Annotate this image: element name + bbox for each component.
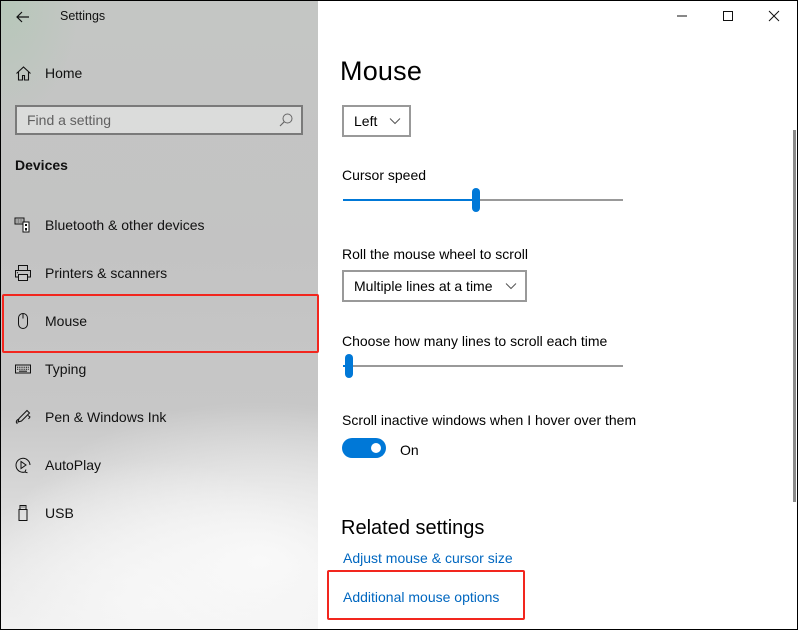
sidebar-item-bluetooth[interactable]: Bluetooth & other devices [1, 201, 318, 249]
sidebar-item-printers[interactable]: Printers & scanners [1, 249, 318, 297]
usb-icon [14, 504, 32, 522]
maximize-button[interactable] [705, 1, 751, 31]
scrollbar[interactable] [793, 130, 796, 502]
main-content: Mouse Left Cursor speed Roll the mouse w… [318, 1, 797, 629]
chevron-down-icon [505, 283, 516, 290]
back-button[interactable] [11, 5, 35, 29]
toggle-state-label: On [400, 442, 419, 458]
dropdown-value: Left [354, 113, 378, 129]
autoplay-icon [14, 456, 32, 474]
chevron-down-icon [390, 118, 401, 125]
wheel-scroll-label: Roll the mouse wheel to scroll [342, 246, 528, 262]
slider-fill [343, 199, 476, 201]
settings-window: Settings Home Devices [1, 1, 797, 629]
lines-to-scroll-slider[interactable] [343, 354, 623, 378]
minimize-button[interactable] [659, 1, 705, 31]
sidebar-item-label: Pen & Windows Ink [45, 409, 167, 425]
related-settings-heading: Related settings [341, 517, 485, 539]
wheel-scroll-dropdown[interactable]: Multiple lines at a time [342, 270, 527, 302]
primary-button-dropdown[interactable]: Left [342, 105, 412, 137]
sidebar-item-home[interactable]: Home [1, 49, 318, 97]
sidebar-item-mouse[interactable]: Mouse [1, 297, 318, 345]
close-button[interactable] [751, 1, 797, 31]
sidebar-item-autoplay[interactable]: AutoPlay [1, 441, 318, 489]
sidebar-item-label: Bluetooth & other devices [45, 217, 205, 233]
additional-mouse-options-link[interactable]: Additional mouse options [343, 589, 499, 605]
back-arrow-icon [16, 11, 29, 23]
sidebar-item-label: Home [45, 65, 83, 81]
sidebar-item-typing[interactable]: Typing [1, 345, 318, 393]
search-input[interactable] [17, 112, 267, 128]
bluetooth-devices-icon [14, 216, 32, 234]
close-icon [768, 10, 780, 22]
pen-icon [14, 408, 32, 426]
keyboard-icon [14, 360, 32, 378]
maximize-icon [723, 11, 733, 21]
scroll-inactive-toggle[interactable] [342, 438, 386, 458]
mouse-icon [14, 312, 32, 330]
sidebar-item-label: Mouse [45, 313, 88, 329]
scroll-inactive-label: Scroll inactive windows when I hover ove… [342, 412, 637, 428]
lines-to-scroll-label: Choose how many lines to scroll each tim… [342, 333, 608, 349]
search-icon[interactable] [278, 112, 294, 128]
slider-thumb[interactable] [472, 188, 480, 212]
cursor-speed-label: Cursor speed [342, 167, 427, 183]
printer-icon [14, 264, 32, 282]
section-heading: Devices [15, 157, 68, 173]
dropdown-value: Multiple lines at a time [354, 278, 493, 294]
slider-thumb[interactable] [345, 354, 353, 378]
slider-track [343, 365, 623, 367]
sidebar-item-pen[interactable]: Pen & Windows Ink [1, 393, 318, 441]
toggle-knob [371, 443, 381, 453]
home-icon [14, 64, 32, 82]
minimize-icon [677, 15, 687, 17]
sidebar-item-label: AutoPlay [45, 457, 102, 473]
sidebar-item-usb[interactable]: USB [1, 489, 318, 537]
page-title: Mouse [340, 56, 423, 86]
cursor-speed-slider[interactable] [343, 188, 623, 212]
sidebar-item-label: Printers & scanners [45, 265, 168, 281]
sidebar-item-label: USB [45, 505, 74, 521]
sidebar: Settings Home Devices [1, 1, 318, 629]
title-bar: Settings [1, 1, 318, 33]
adjust-mouse-cursor-size-link[interactable]: Adjust mouse & cursor size [343, 550, 513, 566]
search-box[interactable] [15, 105, 303, 135]
window-controls [659, 1, 797, 33]
sidebar-item-label: Typing [45, 361, 87, 377]
app-title: Settings [60, 9, 106, 23]
